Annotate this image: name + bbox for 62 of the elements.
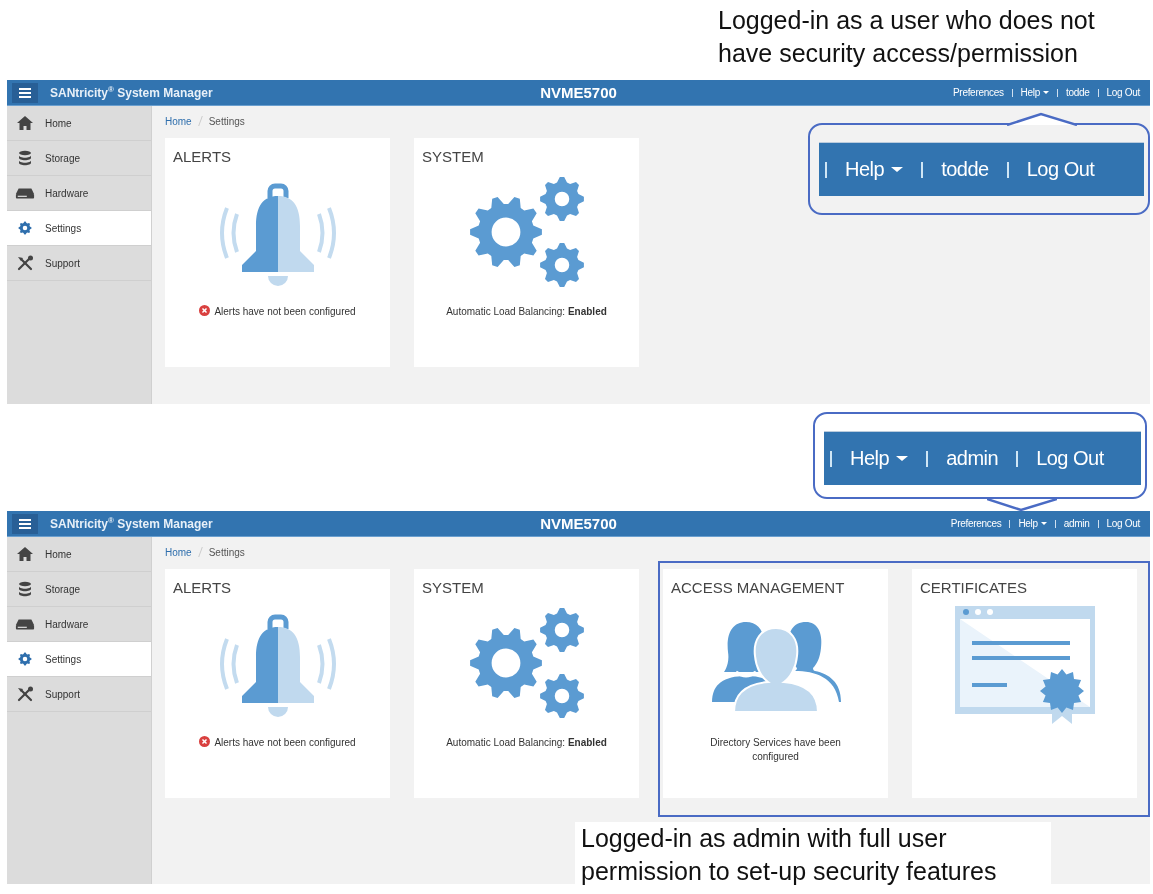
card-title: SYSTEM — [422, 148, 485, 167]
product-name: SANtricity$^{®}$ System Manager — [50, 516, 213, 531]
header-link[interactable]: Help — [1020, 87, 1049, 98]
header-link[interactable]: Log Out — [1026, 158, 1095, 181]
header-link[interactable]: Help — [845, 158, 904, 181]
house-icon — [15, 115, 35, 131]
status-text: Automatic Load Balancing: Enabled — [446, 305, 607, 319]
caret-icon — [891, 167, 904, 172]
header-link[interactable]: admin — [946, 447, 999, 470]
card-title: ACCESS MANAGEMENT — [671, 579, 846, 598]
card-title: SYSTEM — [422, 579, 485, 598]
header-link[interactable]: todde — [941, 158, 989, 181]
caption-text: Logged-in as admin with full user permission to set-up security features — [575, 822, 1051, 888]
breadcrumb-current: Settings — [208, 547, 245, 558]
menu-button[interactable] — [12, 82, 38, 103]
card-title: ALERTS — [173, 148, 233, 167]
system-name: NVME5700 — [540, 84, 617, 101]
caret-icon — [896, 456, 909, 461]
breadcrumb-link[interactable]: Home — [165, 116, 192, 127]
breadcrumb-link[interactable]: Home — [165, 547, 192, 558]
header-link[interactable]: Log Out — [1106, 87, 1140, 98]
system-name: NVME5700 — [540, 515, 617, 532]
sidebar-item[interactable]: Storage — [7, 572, 151, 607]
drive-icon — [15, 616, 35, 632]
header-link[interactable]: Help — [1018, 518, 1047, 529]
status-text: Directory Services have been configured — [709, 736, 842, 764]
sidebar-item[interactable]: Home — [7, 537, 151, 572]
status-text: Alerts have not been configured — [199, 736, 356, 750]
settings-card[interactable]: CERTIFICATES — [912, 569, 1137, 798]
sidebar-item[interactable]: Settings — [7, 211, 151, 246]
menu-icon — [19, 87, 31, 98]
settings-card[interactable]: SYSTEM Automatic Load Balancing: Enabled — [414, 569, 639, 798]
sidebar-item[interactable]: Support — [7, 677, 151, 712]
header-link[interactable]: admin — [1063, 518, 1090, 529]
settings-card[interactable]: ALERTS Alerts have not been configured — [165, 569, 390, 798]
menu-button[interactable] — [12, 513, 38, 534]
header-link[interactable]: Log Out — [1036, 447, 1104, 470]
header-link[interactable]: Preferences — [950, 518, 1002, 529]
settings-card[interactable]: SYSTEM Automatic Load Balancing: Enabled — [414, 138, 639, 367]
header-link[interactable]: Help — [850, 447, 909, 470]
status-text: Alerts have not been configured — [199, 305, 356, 319]
drive-icon — [15, 185, 35, 201]
sidebar-item[interactable]: Support — [7, 246, 151, 281]
header-link[interactable]: Log Out — [1106, 518, 1140, 529]
settings-card[interactable]: ALERTS Alerts have not been configured — [165, 138, 390, 367]
house-icon — [15, 546, 35, 562]
settings-card[interactable]: ACCESS MANAGEMENT Directory Services have been configured — [663, 569, 888, 798]
sidebar-item[interactable]: Home — [7, 106, 151, 141]
sidebar-item[interactable]: Storage — [7, 141, 151, 176]
card-title: CERTIFICATES — [920, 579, 1028, 598]
menu-icon — [19, 518, 31, 529]
card-title: ALERTS — [173, 579, 233, 598]
status-text: Automatic Load Balancing: Enabled — [446, 736, 607, 750]
tools-icon — [15, 255, 35, 271]
breadcrumb-current: Settings — [208, 116, 245, 127]
sidebar-item[interactable]: Settings — [7, 642, 151, 677]
header-link[interactable]: Preferences — [953, 87, 1004, 98]
header-link[interactable]: todde — [1066, 87, 1090, 98]
caret-icon — [1043, 91, 1049, 94]
tools-icon — [15, 686, 35, 702]
product-name: SANtricity$^{®}$ System Manager — [50, 85, 213, 100]
caret-icon — [1040, 522, 1047, 525]
